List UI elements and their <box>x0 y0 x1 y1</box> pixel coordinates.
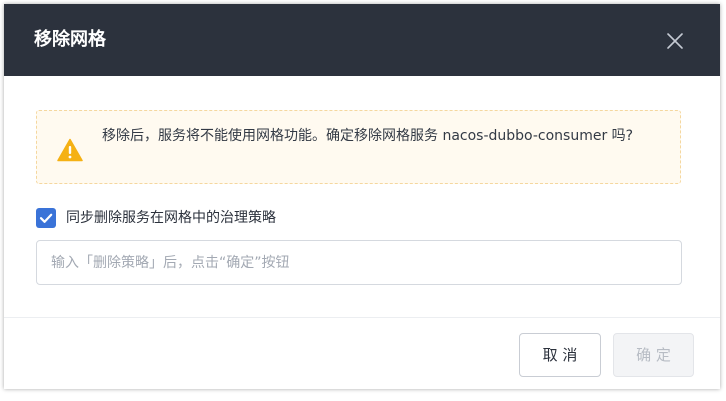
dialog-header: 移除网格 <box>4 4 720 76</box>
sync-delete-checkbox[interactable] <box>36 208 56 228</box>
warning-alert: 移除后，服务将不能使用网格功能。确定移除网格服务 nacos-dubbo-con… <box>36 110 681 184</box>
checkmark-icon <box>39 213 53 223</box>
sync-delete-label: 同步删除服务在网格中的治理策略 <box>66 210 276 226</box>
close-icon[interactable] <box>664 30 686 52</box>
warning-triangle-icon <box>57 138 83 162</box>
cancel-button[interactable]: 取 消 <box>519 333 601 377</box>
delete-strategy-input[interactable] <box>36 240 682 285</box>
confirm-button[interactable]: 确 定 <box>613 333 694 377</box>
remove-mesh-dialog: 移除网格 移除后，服务将不能使用网格功能。确定移除网格服务 nacos-dubb… <box>4 4 720 389</box>
footer-divider <box>4 317 720 318</box>
dialog-title: 移除网格 <box>34 29 106 50</box>
warning-message: 移除后，服务将不能使用网格功能。确定移除网格服务 nacos-dubbo-con… <box>102 128 634 144</box>
